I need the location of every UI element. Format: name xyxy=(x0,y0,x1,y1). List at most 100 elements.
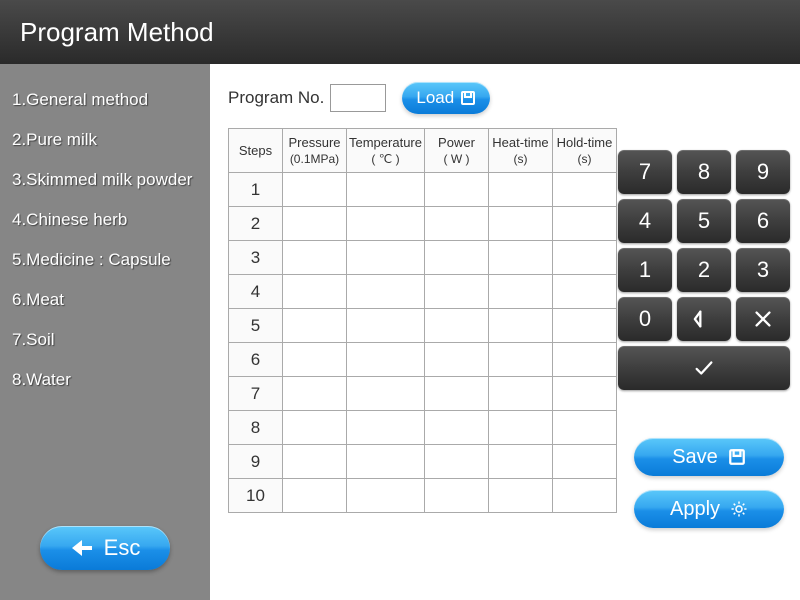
cell-hold-time[interactable] xyxy=(552,275,616,309)
th-steps: Steps xyxy=(229,129,283,173)
cell-pressure[interactable] xyxy=(283,309,347,343)
cell-hold-time[interactable] xyxy=(552,309,616,343)
table-row: 1 xyxy=(229,173,617,207)
cell-pressure[interactable] xyxy=(283,479,347,513)
cell-hold-time[interactable] xyxy=(552,479,616,513)
sidebar-item-chinese-herb[interactable]: 4.Chinese herb xyxy=(0,200,210,240)
cell-power[interactable] xyxy=(424,411,488,445)
cell-hold-time[interactable] xyxy=(552,445,616,479)
key-0[interactable]: 0 xyxy=(618,297,672,341)
cell-pressure[interactable] xyxy=(283,275,347,309)
cell-pressure[interactable] xyxy=(283,173,347,207)
table-row: 2 xyxy=(229,207,617,241)
cell-step: 9 xyxy=(229,445,283,479)
cell-temperature[interactable] xyxy=(347,377,425,411)
sidebar-item-water[interactable]: 8.Water xyxy=(0,360,210,400)
cell-temperature[interactable] xyxy=(347,411,425,445)
cell-pressure[interactable] xyxy=(283,377,347,411)
cell-step: 5 xyxy=(229,309,283,343)
cell-heat-time[interactable] xyxy=(488,411,552,445)
cell-temperature[interactable] xyxy=(347,445,425,479)
cell-power[interactable] xyxy=(424,241,488,275)
sidebar-item-meat[interactable]: 6.Meat xyxy=(0,280,210,320)
cell-power[interactable] xyxy=(424,445,488,479)
cell-pressure[interactable] xyxy=(283,411,347,445)
key-clear[interactable] xyxy=(736,297,790,341)
cell-power[interactable] xyxy=(424,309,488,343)
cell-heat-time[interactable] xyxy=(488,275,552,309)
cell-heat-time[interactable] xyxy=(488,377,552,411)
cell-pressure[interactable] xyxy=(283,207,347,241)
sidebar-item-medicine-capsule[interactable]: 5.Medicine : Capsule xyxy=(0,240,210,280)
esc-button[interactable]: Esc xyxy=(40,526,170,570)
sidebar-item-skimmed-milk-powder[interactable]: 3.Skimmed milk powder xyxy=(0,160,210,200)
th-pressure: Pressure(0.1MPa) xyxy=(283,129,347,173)
cell-heat-time[interactable] xyxy=(488,343,552,377)
th-hold-time: Hold-time(s) xyxy=(552,129,616,173)
key-6[interactable]: 6 xyxy=(736,199,790,243)
key-7[interactable]: 7 xyxy=(618,150,672,194)
cell-heat-time[interactable] xyxy=(488,173,552,207)
numeric-keypad: 7 8 9 4 5 6 1 2 3 0 xyxy=(618,150,790,390)
key-enter[interactable] xyxy=(618,346,790,390)
cell-pressure[interactable] xyxy=(283,445,347,479)
cell-power[interactable] xyxy=(424,275,488,309)
cell-temperature[interactable] xyxy=(347,309,425,343)
cell-hold-time[interactable] xyxy=(552,207,616,241)
load-button[interactable]: Load xyxy=(402,82,490,114)
table-row: 4 xyxy=(229,275,617,309)
program-no-input[interactable] xyxy=(330,84,386,112)
cell-power[interactable] xyxy=(424,479,488,513)
key-3[interactable]: 3 xyxy=(736,248,790,292)
table-row: 3 xyxy=(229,241,617,275)
cell-temperature[interactable] xyxy=(347,173,425,207)
cell-pressure[interactable] xyxy=(283,343,347,377)
cell-temperature[interactable] xyxy=(347,241,425,275)
cell-heat-time[interactable] xyxy=(488,207,552,241)
cell-temperature[interactable] xyxy=(347,479,425,513)
cell-power[interactable] xyxy=(424,343,488,377)
cell-power[interactable] xyxy=(424,173,488,207)
key-9[interactable]: 9 xyxy=(736,150,790,194)
key-5[interactable]: 5 xyxy=(677,199,731,243)
gear-icon xyxy=(730,500,748,518)
save-icon xyxy=(728,448,746,466)
save-button[interactable]: Save xyxy=(634,438,784,476)
sidebar-item-soil[interactable]: 7.Soil xyxy=(0,320,210,360)
key-8[interactable]: 8 xyxy=(677,150,731,194)
cell-step: 10 xyxy=(229,479,283,513)
cell-pressure[interactable] xyxy=(283,241,347,275)
cell-temperature[interactable] xyxy=(347,207,425,241)
cell-temperature[interactable] xyxy=(347,343,425,377)
key-1[interactable]: 1 xyxy=(618,248,672,292)
cell-temperature[interactable] xyxy=(347,275,425,309)
cell-heat-time[interactable] xyxy=(488,241,552,275)
key-backspace[interactable] xyxy=(677,297,731,341)
table-row: 10 xyxy=(229,479,617,513)
sidebar-item-pure-milk[interactable]: 2.Pure milk xyxy=(0,120,210,160)
program-no-label: Program No. xyxy=(228,88,324,108)
backspace-icon xyxy=(693,308,715,330)
sidebar-item-general-method[interactable]: 1.General method xyxy=(0,80,210,120)
key-2[interactable]: 2 xyxy=(677,248,731,292)
cell-heat-time[interactable] xyxy=(488,479,552,513)
cell-hold-time[interactable] xyxy=(552,241,616,275)
cell-hold-time[interactable] xyxy=(552,173,616,207)
cell-hold-time[interactable] xyxy=(552,411,616,445)
table-row: 6 xyxy=(229,343,617,377)
table-row: 5 xyxy=(229,309,617,343)
cell-hold-time[interactable] xyxy=(552,377,616,411)
th-heat-time: Heat-time(s) xyxy=(488,129,552,173)
cell-step: 2 xyxy=(229,207,283,241)
cell-power[interactable] xyxy=(424,377,488,411)
cell-step: 8 xyxy=(229,411,283,445)
cell-hold-time[interactable] xyxy=(552,343,616,377)
cell-heat-time[interactable] xyxy=(488,445,552,479)
table-row: 7 xyxy=(229,377,617,411)
key-4[interactable]: 4 xyxy=(618,199,672,243)
apply-button[interactable]: Apply xyxy=(634,490,784,528)
cell-power[interactable] xyxy=(424,207,488,241)
sidebar: 1.General method 2.Pure milk 3.Skimmed m… xyxy=(0,64,210,600)
cell-heat-time[interactable] xyxy=(488,309,552,343)
cell-step: 7 xyxy=(229,377,283,411)
